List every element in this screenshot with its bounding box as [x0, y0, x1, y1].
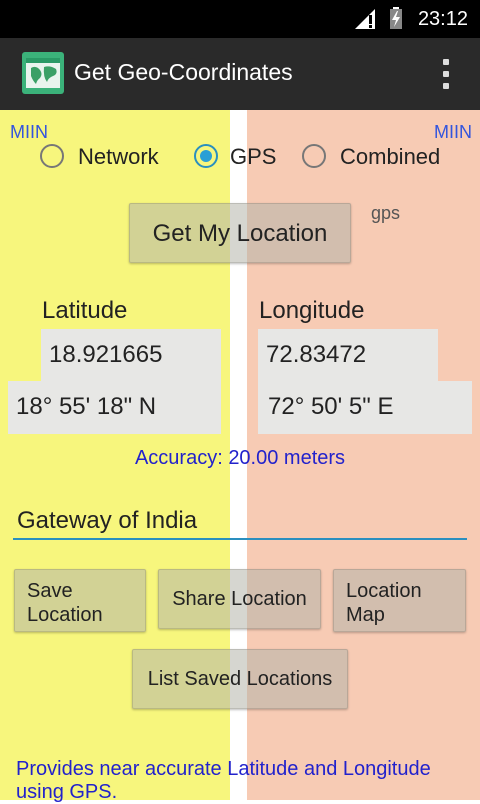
longitude-dms: 72° 50' 5" E [258, 381, 472, 434]
action-bar: Get Geo-Coordinates [0, 38, 480, 110]
latitude-decimal: 18.921665 [41, 329, 221, 381]
accuracy-text: Accuracy: 20.00 meters [134, 447, 346, 469]
location-name-input[interactable]: Gateway of India [13, 504, 467, 540]
latitude-heading: Latitude [42, 297, 128, 324]
get-location-button[interactable]: Get My Location [129, 203, 351, 263]
main-content: MIIN MIIN Network GPS Combined Get My Lo… [0, 110, 480, 803]
battery-charging-icon [390, 7, 402, 29]
radio-label: Network [78, 144, 159, 169]
provider-tag: gps [371, 203, 401, 223]
signal-icon [355, 9, 375, 29]
location-map-button[interactable]: Location Map [333, 569, 466, 632]
miin-label-right: MIIN [434, 122, 472, 142]
longitude-heading: Longitude [259, 297, 365, 324]
radio-unchecked-icon [302, 144, 326, 168]
miin-label-left: MIIN [10, 122, 48, 142]
app-title: Get Geo-Coordinates [74, 59, 293, 85]
radio-label: GPS [230, 144, 277, 169]
clock: 23:12 [417, 8, 468, 30]
status-bar: 23:12 [0, 0, 480, 38]
radio-unchecked-icon [40, 144, 64, 168]
longitude-decimal: 72.83472 [258, 329, 438, 381]
overflow-menu-icon[interactable] [440, 56, 452, 92]
latitude-dms: 18° 55' 18" N [8, 381, 221, 434]
list-saved-locations-button[interactable]: List Saved Locations [132, 649, 348, 709]
radio-label: Combined [340, 144, 441, 169]
app-map-icon[interactable] [22, 52, 64, 94]
footer-description: Provides near accurate Latitude and Long… [16, 758, 431, 803]
radio-checked-icon [194, 144, 218, 168]
share-location-button[interactable]: Share Location [158, 569, 321, 629]
save-location-button[interactable]: Save Location [14, 569, 146, 632]
